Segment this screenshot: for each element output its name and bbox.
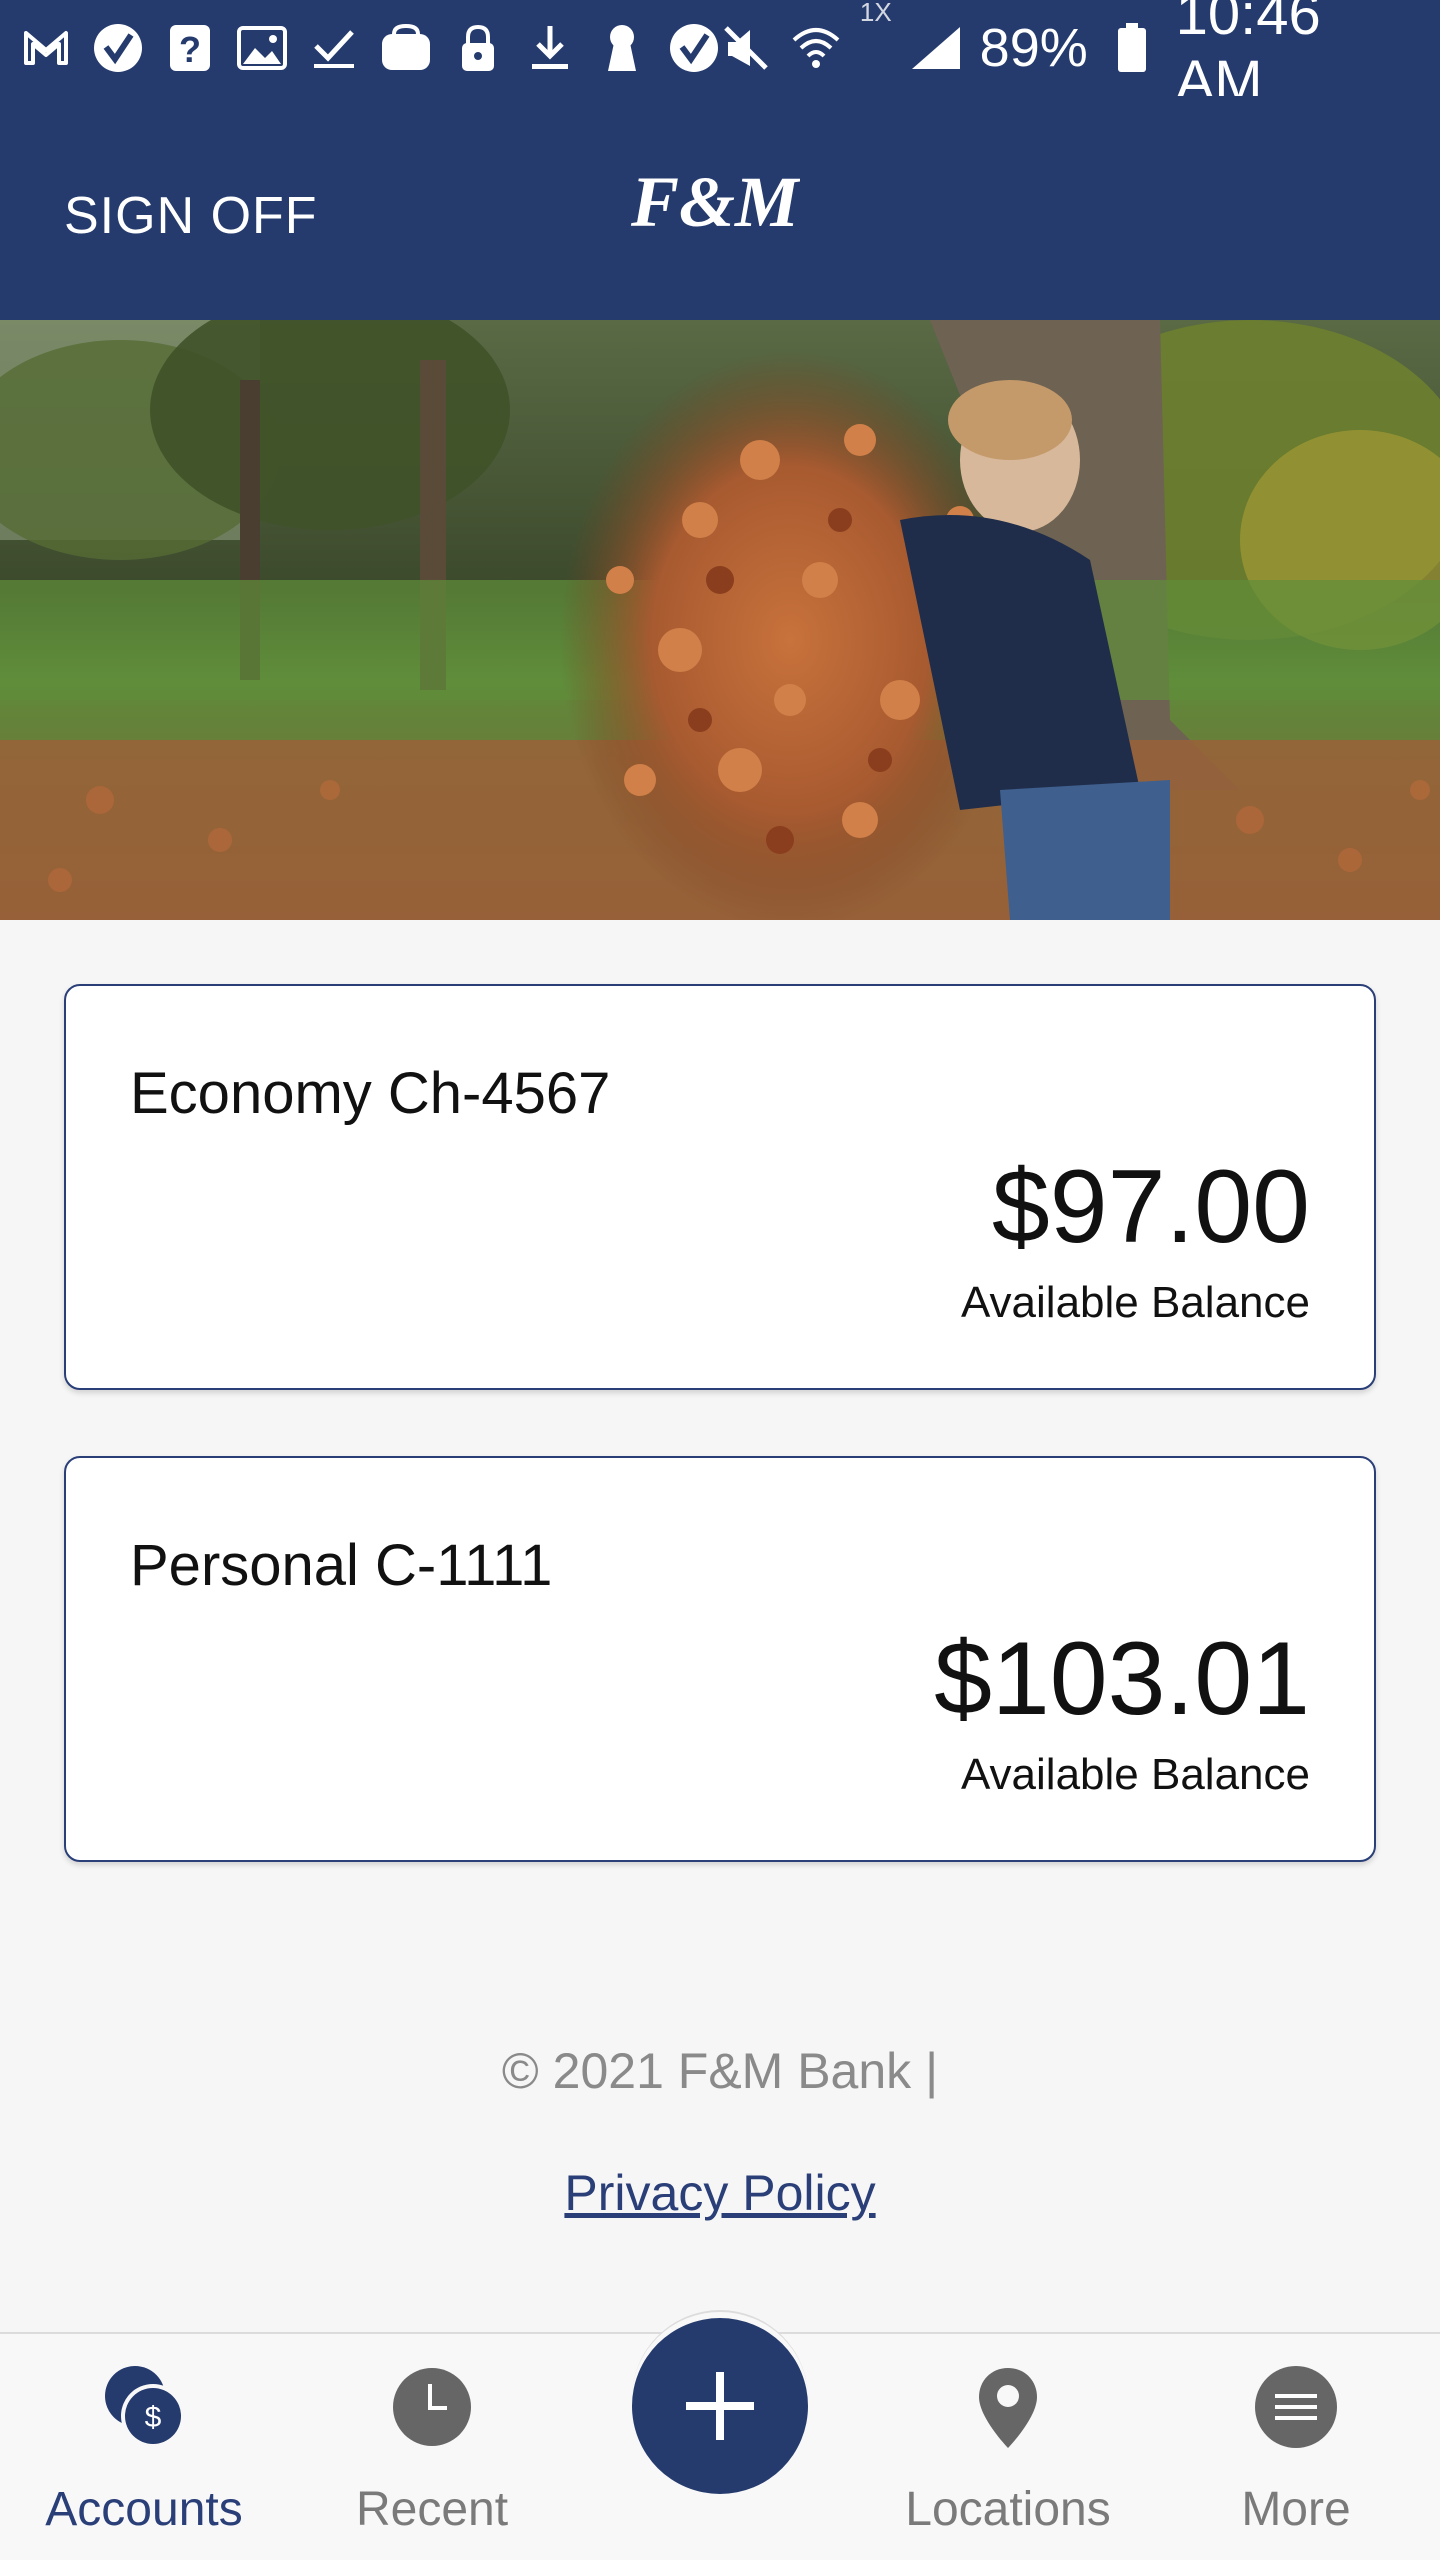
task-done-icon: [308, 22, 360, 74]
nav-recent[interactable]: Recent: [288, 2334, 576, 2560]
nav-more[interactable]: More: [1152, 2334, 1440, 2560]
svg-text:?: ?: [179, 29, 201, 70]
location-pin-icon: [979, 2368, 1037, 2448]
lock-icon: [452, 22, 504, 74]
nav-more-label: More: [1241, 2483, 1351, 2536]
available-balance-label: Available Balance: [961, 1750, 1310, 1799]
autumn-leaves-photo: [0, 320, 1440, 920]
account-name: Economy Ch-4567: [130, 1061, 611, 1126]
keyhole-icon: [596, 22, 648, 74]
plus-icon: [686, 2372, 754, 2440]
help-icon: ?: [164, 22, 216, 74]
nav-recent-label: Recent: [355, 2483, 509, 2536]
hero-image: [0, 320, 1440, 920]
wifi-icon: [790, 22, 842, 74]
signal-icon: [910, 22, 962, 74]
add-action-button[interactable]: [632, 2318, 808, 2494]
sign-off-button[interactable]: SIGN OFF: [64, 186, 318, 246]
available-balance-label: Available Balance: [961, 1278, 1310, 1327]
svg-text:F&M: F&M: [630, 162, 800, 242]
battery-icon: [1106, 22, 1158, 74]
download-icon: [524, 22, 576, 74]
svg-text:$: $: [145, 2401, 162, 2434]
nav-locations[interactable]: Locations: [864, 2334, 1152, 2560]
check-badge-icon: [92, 22, 144, 74]
account-balance: $97.00: [991, 1149, 1310, 1265]
accounts-icon: $: [105, 2366, 185, 2448]
network-type: 1X: [859, 0, 892, 27]
menu-icon: [1255, 2366, 1337, 2448]
clock-icon: [393, 2368, 471, 2446]
account-card[interactable]: Personal C-1111 $103.01 Available Balanc…: [64, 1456, 1376, 1862]
privacy-policy-link[interactable]: Privacy Policy: [564, 2165, 875, 2221]
galaxy-store-icon: [380, 22, 432, 74]
account-card[interactable]: Economy Ch-4567 $97.00 Available Balance: [64, 984, 1376, 1390]
nav-locations-label: Locations: [905, 2483, 1111, 2536]
image-icon: [236, 22, 288, 74]
fm-logo: F&M: [630, 162, 800, 242]
mute-icon: [720, 22, 772, 74]
account-name: Personal C-1111: [130, 1533, 553, 1598]
privacy-policy-container: Privacy Policy: [0, 2164, 1440, 2222]
notification-icons: ?: [20, 22, 720, 74]
account-balance: $103.01: [934, 1621, 1310, 1737]
check-badge-icon-2: [668, 22, 720, 74]
battery-percent: 89%: [979, 18, 1088, 78]
nav-accounts[interactable]: $ Accounts: [0, 2334, 288, 2560]
app-header: SIGN OFF F&M: [0, 96, 1440, 320]
nav-accounts-label: Accounts: [45, 2483, 243, 2536]
status-bar: ? 1X 89% 10:46 AM: [0, 0, 1440, 114]
gmail-icon: [20, 22, 72, 74]
copyright-text: © 2021 F&M Bank |: [501, 2043, 939, 2099]
